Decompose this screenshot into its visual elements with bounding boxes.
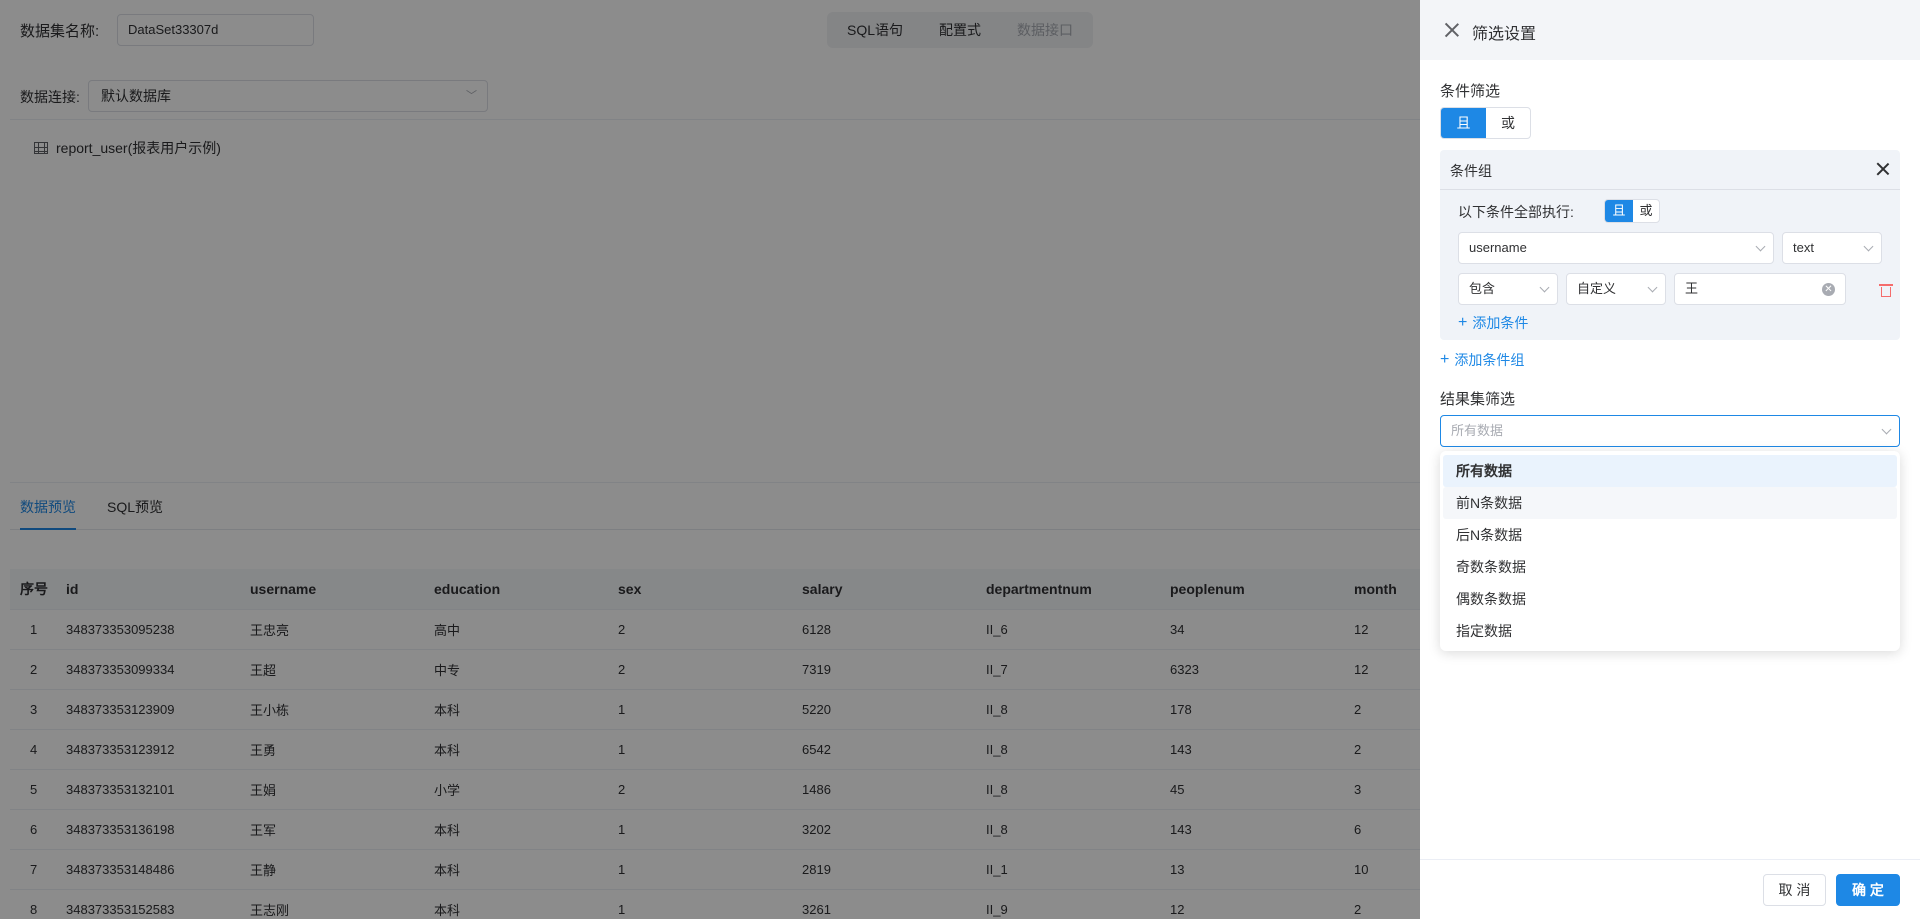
chevron-down-icon (1539, 282, 1550, 293)
field-type-select[interactable]: text (1782, 232, 1882, 264)
drawer-footer: 取 消 确 定 (1420, 859, 1920, 919)
result-filter-label: 结果集筛选 (1440, 391, 1516, 408)
delete-condition-icon[interactable] (1879, 283, 1893, 297)
logic-toggle: 且 或 (1440, 107, 1531, 139)
result-filter-placeholder: 所有数据 (1451, 423, 1504, 438)
logic-or-button[interactable]: 或 (1486, 108, 1530, 138)
field-type-value: text (1793, 240, 1814, 255)
option-even-rows[interactable]: 偶数条数据 (1443, 583, 1897, 615)
plus-icon: + (1440, 351, 1450, 368)
result-filter-dropdown: 所有数据 前N条数据 后N条数据 奇数条数据 偶数条数据 指定数据 (1440, 451, 1900, 651)
operator-value: 包含 (1469, 281, 1496, 296)
chevron-down-icon (1755, 241, 1766, 252)
chevron-down-icon (1647, 282, 1658, 293)
remove-group-icon[interactable] (1876, 162, 1890, 176)
group-logic-and-button[interactable]: 且 (1605, 200, 1633, 222)
option-first-n[interactable]: 前N条数据 (1443, 487, 1897, 519)
group-logic-toggle: 且 或 (1604, 199, 1660, 223)
cancel-button[interactable]: 取 消 (1763, 874, 1826, 906)
confirm-button[interactable]: 确 定 (1836, 874, 1900, 906)
condition-value-input[interactable]: 王 ✕ (1674, 273, 1846, 305)
chevron-down-icon (1863, 241, 1874, 252)
add-group-label: 添加条件组 (1454, 352, 1525, 368)
condition-group-title: 条件组 (1450, 163, 1492, 179)
add-condition-link[interactable]: + 添加条件 (1458, 313, 1528, 333)
trash-body (1881, 287, 1891, 297)
logic-and-button[interactable]: 且 (1441, 108, 1486, 138)
condition-value: 王 (1685, 281, 1699, 296)
condition-filter-label: 条件筛选 (1440, 83, 1501, 100)
drawer-title: 筛选设置 (1472, 26, 1537, 43)
trash-lid (1879, 284, 1893, 286)
group-logic-or-button[interactable]: 或 (1633, 200, 1659, 222)
condition-group-header: 条件组 (1440, 150, 1900, 190)
exec-rule-label: 以下条件全部执行: (1458, 204, 1574, 220)
field-select[interactable]: username (1458, 232, 1774, 264)
filter-settings-drawer: 筛选设置 条件筛选 且 或 条件组 以下条件全部执行: 且 或 username… (1420, 0, 1920, 919)
add-group-link[interactable]: + 添加条件组 (1440, 350, 1524, 370)
value-mode-value: 自定义 (1577, 281, 1617, 296)
clear-icon[interactable]: ✕ (1822, 283, 1835, 296)
operator-select[interactable]: 包含 (1458, 273, 1558, 305)
option-last-n[interactable]: 后N条数据 (1443, 519, 1897, 551)
option-specified[interactable]: 指定数据 (1443, 615, 1897, 647)
plus-icon: + (1458, 314, 1468, 331)
field-value: username (1469, 240, 1527, 255)
condition-group: 条件组 以下条件全部执行: 且 或 username text 包含 自定义 王… (1440, 150, 1900, 340)
option-odd-rows[interactable]: 奇数条数据 (1443, 551, 1897, 583)
value-mode-select[interactable]: 自定义 (1566, 273, 1666, 305)
result-filter-select[interactable]: 所有数据 (1440, 415, 1900, 447)
option-all-data[interactable]: 所有数据 (1443, 455, 1897, 487)
chevron-down-icon (1881, 424, 1892, 435)
drawer-header: 筛选设置 (1420, 0, 1920, 60)
add-condition-label: 添加条件 (1472, 315, 1529, 331)
close-icon[interactable] (1444, 22, 1460, 38)
